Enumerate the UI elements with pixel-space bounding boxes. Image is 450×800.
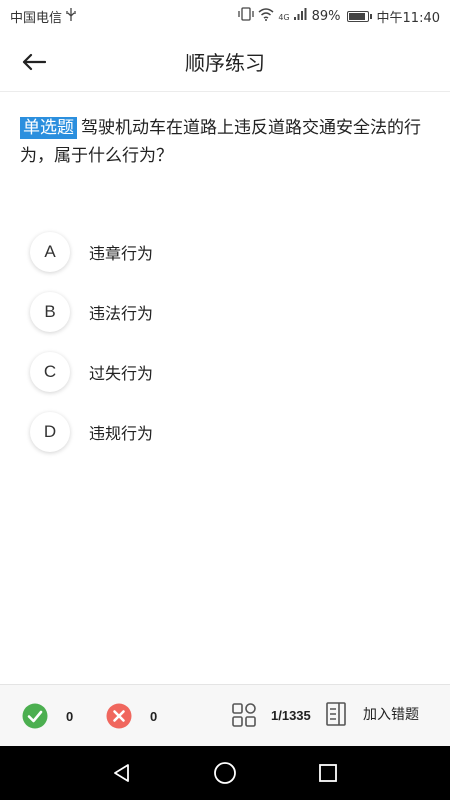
status-bar: 中国电信 4G 89% 中午11:40 [0, 0, 450, 32]
nav-home-button[interactable] [205, 753, 245, 793]
square-recents-icon [319, 764, 338, 782]
circle-home-icon [214, 762, 236, 784]
page-title: 顺序练习 [185, 51, 265, 75]
nav-back-button[interactable] [102, 753, 142, 793]
back-arrow-icon [22, 53, 46, 71]
option-text: 违规行为 [89, 424, 154, 443]
option-a[interactable]: A 违章行为 [30, 222, 430, 282]
option-text: 过失行为 [89, 364, 154, 383]
usb-icon [66, 8, 76, 24]
wrong-stat: 0 [106, 703, 157, 729]
wrong-count: 0 [150, 708, 158, 724]
clock: 中午11:40 [376, 10, 440, 26]
status-left: 中国电信 [10, 7, 76, 26]
title-bar: 顺序练习 [0, 32, 450, 92]
cross-circle-icon [106, 703, 132, 729]
network-type: 4G [278, 12, 290, 22]
signal-icon [293, 8, 308, 24]
option-letter: D [30, 412, 70, 452]
answer-options: A 违章行为 B 违法行为 C 过失行为 D 违规行为 [30, 222, 430, 462]
nav-recents-button[interactable] [308, 753, 348, 793]
wifi-icon [258, 7, 274, 25]
notebook-icon [326, 702, 346, 726]
back-button[interactable] [14, 44, 54, 80]
add-to-wrong-button[interactable]: 加入错题 [325, 701, 419, 727]
option-letter: C [30, 352, 70, 392]
correct-stat: 0 [22, 703, 73, 729]
grid-icon [232, 703, 256, 727]
add-to-wrong-label: 加入错题 [363, 707, 419, 723]
option-c[interactable]: C 过失行为 [30, 342, 430, 402]
question-type-badge: 单选题 [20, 117, 77, 139]
question-text: 驾驶机动车在道路上违反道路交通安全法的行为，属于什么行为？ [20, 118, 421, 166]
option-text: 违法行为 [89, 304, 154, 323]
answer-sheet-bar: 0 0 1/1335 加入错题 [0, 684, 450, 746]
question-progress: 1/1335 [271, 707, 311, 723]
triangle-back-icon [113, 764, 129, 782]
question-stem: 单选题 驾驶机动车在道路上违反道路交通安全法的行为，属于什么行为？ [20, 114, 430, 170]
battery-percent: 89% [311, 8, 341, 24]
carrier-name: 中国电信 [10, 10, 63, 26]
vibrate-icon [238, 7, 254, 25]
option-text: 违章行为 [89, 244, 154, 263]
correct-count: 0 [66, 708, 74, 724]
option-b[interactable]: B 违法行为 [30, 282, 430, 342]
option-letter: A [30, 232, 70, 272]
check-circle-icon [22, 703, 48, 729]
system-nav-bar [0, 746, 450, 800]
status-right: 4G 89% 中午11:40 [238, 7, 440, 26]
option-d[interactable]: D 违规行为 [30, 402, 430, 462]
battery-icon [346, 10, 372, 22]
answer-sheet-button[interactable]: 1/1335 [231, 702, 311, 728]
option-letter: B [30, 292, 70, 332]
